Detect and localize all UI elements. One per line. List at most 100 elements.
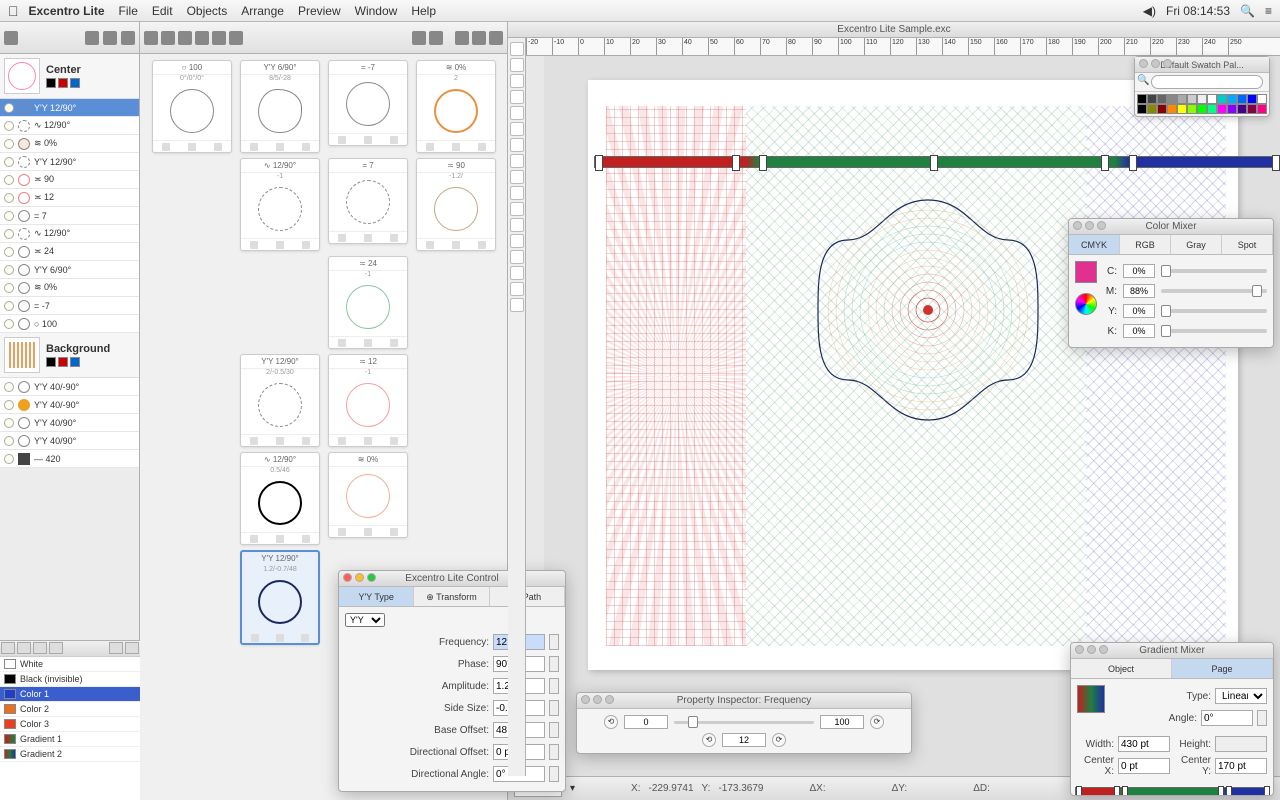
tab-page[interactable]: Page bbox=[1172, 659, 1273, 678]
menu-file[interactable]: File bbox=[119, 4, 138, 18]
swatch-cell[interactable] bbox=[1137, 104, 1147, 114]
graph-node[interactable]: Y'Y 12/90°2/-0.5/30 bbox=[240, 354, 320, 447]
shape-tool-icon[interactable] bbox=[510, 74, 524, 88]
graph-node[interactable]: ≋ 0% bbox=[328, 452, 408, 538]
graph-node[interactable]: = 7 bbox=[328, 158, 408, 244]
menu-window[interactable]: Window bbox=[355, 4, 398, 18]
y-input[interactable] bbox=[1123, 304, 1155, 318]
toolbar-icon[interactable] bbox=[195, 31, 209, 45]
swatch-row[interactable]: Color 3 bbox=[0, 717, 140, 732]
max-input[interactable] bbox=[820, 715, 864, 729]
swatch-cell[interactable] bbox=[1177, 104, 1187, 114]
menu-arrange[interactable]: Arrange bbox=[241, 4, 284, 18]
apple-logo-icon[interactable]:  bbox=[8, 3, 19, 19]
ruler-horizontal[interactable]: -20-100102030405060708090100110120130140… bbox=[526, 38, 1280, 56]
value-input[interactable] bbox=[722, 733, 766, 747]
width-input[interactable] bbox=[1118, 736, 1170, 752]
stepper-icon[interactable] bbox=[549, 766, 559, 782]
visibility-icon[interactable] bbox=[4, 121, 14, 131]
tab-spot[interactable]: Spot bbox=[1222, 235, 1273, 254]
menu-edit[interactable]: Edit bbox=[152, 4, 173, 18]
shape-tool-icon[interactable] bbox=[510, 218, 524, 232]
visibility-icon[interactable] bbox=[4, 103, 14, 113]
stepper-icon[interactable] bbox=[549, 656, 559, 672]
swatch-cell[interactable] bbox=[1237, 104, 1247, 114]
visibility-icon[interactable] bbox=[4, 139, 14, 149]
cy-input[interactable] bbox=[1215, 758, 1267, 774]
c-input[interactable] bbox=[1123, 264, 1155, 278]
shape-tool-icon[interactable] bbox=[510, 138, 524, 152]
visibility-icon[interactable] bbox=[4, 265, 14, 275]
graph-node[interactable]: = -7 bbox=[328, 60, 408, 146]
swatch-cell[interactable] bbox=[1157, 94, 1167, 104]
swatch-cell[interactable] bbox=[1167, 94, 1177, 104]
height-input[interactable] bbox=[1215, 736, 1267, 752]
swatch-cell[interactable] bbox=[1227, 104, 1237, 114]
visibility-icon[interactable] bbox=[4, 319, 14, 329]
swatch-cell[interactable] bbox=[1187, 94, 1197, 104]
panel-title[interactable]: Property Inspector: Frequency bbox=[577, 693, 911, 709]
reset-icon[interactable]: ⟲ bbox=[702, 733, 716, 747]
stepper-icon[interactable] bbox=[1257, 710, 1267, 726]
group-header-center[interactable]: Center bbox=[0, 54, 139, 99]
graph-node[interactable]: ≋ 0%2 bbox=[416, 60, 496, 153]
swatch-cell[interactable] bbox=[1197, 94, 1207, 104]
object-row[interactable]: ≍ 90 bbox=[0, 171, 139, 189]
swatch-row[interactable]: Color 2 bbox=[0, 702, 140, 717]
swatch-view-icon[interactable] bbox=[33, 642, 47, 654]
shape-tool-icon[interactable] bbox=[510, 106, 524, 120]
m-input[interactable] bbox=[1123, 284, 1155, 298]
toolbar-icon[interactable] bbox=[489, 31, 503, 45]
color-preview[interactable] bbox=[1075, 261, 1097, 283]
shape-tool-icon[interactable] bbox=[510, 250, 524, 264]
shape-tool-icon[interactable] bbox=[510, 170, 524, 184]
object-row[interactable]: = 7 bbox=[0, 207, 139, 225]
toolbar-icon[interactable] bbox=[144, 31, 158, 45]
menu-objects[interactable]: Objects bbox=[187, 4, 228, 18]
panel-title[interactable]: Gradient Mixer bbox=[1071, 643, 1273, 659]
swatch-cell[interactable] bbox=[1187, 104, 1197, 114]
color-wheel-icon[interactable] bbox=[1075, 293, 1097, 315]
stepper-icon[interactable] bbox=[549, 744, 559, 760]
graph-node[interactable]: ○ 1000°/0°/0° bbox=[152, 60, 232, 153]
swatch-view-icon[interactable] bbox=[49, 642, 63, 654]
panel-title[interactable]: Default Swatch Pal... bbox=[1135, 57, 1269, 73]
graph-node-selected[interactable]: Y'Y 12/90°1.2/-0.7/48 bbox=[240, 550, 320, 645]
measure-tool-icon[interactable] bbox=[510, 266, 524, 280]
toolbar-icon[interactable] bbox=[412, 31, 426, 45]
hand-tool-icon[interactable] bbox=[510, 282, 524, 296]
graph-node[interactable]: ∿ 12/90°-1 bbox=[240, 158, 320, 251]
swatch-cell[interactable] bbox=[1207, 104, 1217, 114]
wavy-select[interactable]: Y'Y bbox=[345, 613, 385, 627]
visibility-icon[interactable] bbox=[4, 454, 14, 464]
visibility-icon[interactable] bbox=[4, 211, 14, 221]
object-row[interactable]: ≍ 12 bbox=[0, 189, 139, 207]
tab-transform[interactable]: ⊕ Transform bbox=[414, 587, 489, 606]
zoom-tool-icon[interactable] bbox=[510, 298, 524, 312]
swatch-cell[interactable] bbox=[1157, 104, 1167, 114]
shape-tool-icon[interactable] bbox=[510, 154, 524, 168]
swatch-cell[interactable] bbox=[1217, 94, 1227, 104]
toolbar-icon[interactable] bbox=[429, 31, 443, 45]
menu-preview[interactable]: Preview bbox=[298, 4, 341, 18]
visibility-icon[interactable] bbox=[4, 283, 14, 293]
group-header-background[interactable]: Background bbox=[0, 333, 139, 378]
swatch-row[interactable]: Gradient 1 bbox=[0, 732, 140, 747]
toolbar-icon[interactable] bbox=[212, 31, 226, 45]
object-row[interactable]: ≋ 0% bbox=[0, 135, 139, 153]
shape-tool-icon[interactable] bbox=[510, 90, 524, 104]
tab-rgb[interactable]: RGB bbox=[1120, 235, 1171, 254]
swatch-cell[interactable] bbox=[1247, 104, 1257, 114]
object-row[interactable]: ≋ 0% bbox=[0, 279, 139, 297]
panel-title[interactable]: Color Mixer bbox=[1069, 219, 1273, 235]
object-row[interactable]: ○ 100 bbox=[0, 315, 139, 333]
object-row[interactable]: — 420 bbox=[0, 450, 139, 468]
panel-title[interactable]: Excentro Lite Control bbox=[339, 571, 565, 587]
swatch-row[interactable]: Gradient 2 bbox=[0, 747, 140, 762]
swatch-lock-icon[interactable] bbox=[109, 642, 123, 654]
graph-node[interactable]: ≍ 12-1 bbox=[328, 354, 408, 447]
toolbar-icon[interactable] bbox=[161, 31, 175, 45]
object-row[interactable]: Y'Y 40/90° bbox=[0, 432, 139, 450]
swatch-cell[interactable] bbox=[1237, 94, 1247, 104]
object-row[interactable]: ∿ 12/90° bbox=[0, 225, 139, 243]
